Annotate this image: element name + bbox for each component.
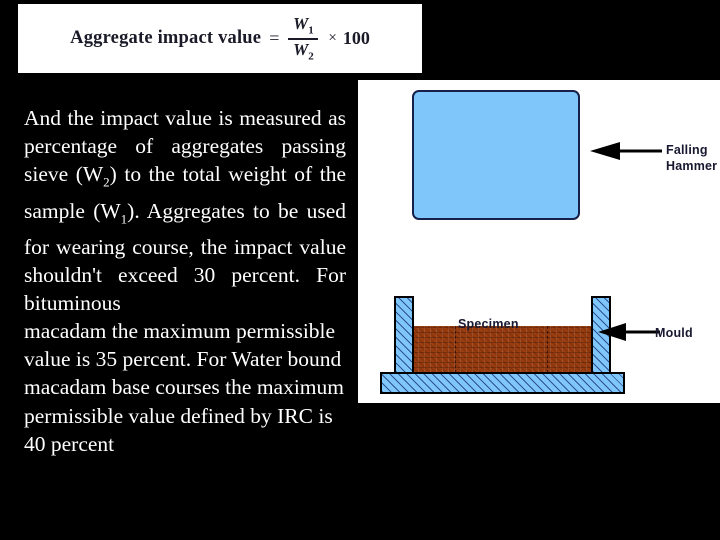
formula-multiplier: 100 bbox=[342, 28, 370, 48]
paragraph-one: And the impact value is measured as perc… bbox=[24, 104, 346, 317]
formula-equals-sign: = bbox=[269, 28, 280, 48]
mould-label: Mould bbox=[655, 326, 693, 340]
formula-numerator: W1 bbox=[293, 14, 314, 37]
formula-denominator: W2 bbox=[293, 39, 314, 62]
specimen-label: Specimen bbox=[458, 317, 519, 331]
formula-denominator-subscript: 2 bbox=[308, 49, 314, 62]
aggregate-impact-value-formula: Aggregate impact value = W1 W2 × 100 bbox=[70, 15, 370, 62]
specimen-divider-line-2 bbox=[547, 326, 548, 373]
formula-left-hand-side: Aggregate impact value bbox=[70, 28, 262, 48]
formula-panel: Aggregate impact value = W1 W2 × 100 bbox=[18, 4, 422, 73]
falling-hammer-label: Falling Hammer bbox=[666, 142, 717, 174]
formula-fraction: W1 W2 bbox=[288, 14, 319, 62]
mould-assembly: Specimen bbox=[380, 296, 625, 394]
paragraph-two: macadam the maximum permissible value is… bbox=[24, 319, 345, 456]
specimen-fill bbox=[412, 326, 593, 373]
mould-wall-left bbox=[394, 296, 414, 374]
falling-hammer-label-line-1: Falling bbox=[666, 143, 708, 157]
falling-hammer-label-line-2: Hammer bbox=[666, 159, 718, 173]
specimen-divider-line-1 bbox=[455, 326, 456, 373]
falling-hammer-arrow-icon bbox=[590, 142, 662, 160]
formula-numerator-subscript: 1 bbox=[308, 24, 314, 37]
falling-hammer-block bbox=[412, 90, 580, 220]
diagram-panel: Falling Hammer Specimen Mould bbox=[358, 80, 720, 403]
slide-canvas: Aggregate impact value = W1 W2 × 100 And… bbox=[0, 0, 720, 540]
mould-arrow-icon bbox=[598, 323, 660, 341]
mould-base bbox=[380, 372, 625, 394]
body-text-block: And the impact value is measured as perc… bbox=[24, 104, 346, 458]
formula-multiplication-sign: × bbox=[328, 30, 337, 46]
